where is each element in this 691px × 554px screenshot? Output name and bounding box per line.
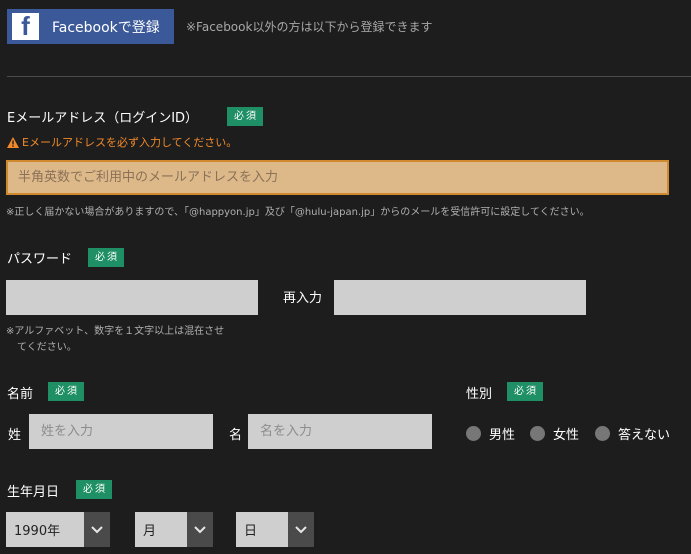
gender-option-no-answer[interactable]: 答えない	[595, 424, 670, 443]
radio-button[interactable]	[595, 426, 610, 441]
password-confirm-input[interactable]	[334, 280, 586, 315]
email-required-badge: 必須	[227, 107, 263, 126]
birth-year-value: 1990年	[6, 512, 84, 547]
password-input[interactable]	[6, 280, 258, 315]
radio-button[interactable]	[466, 426, 481, 441]
facebook-logo-icon: f	[12, 13, 39, 40]
gender-option-label: 答えない	[618, 428, 671, 443]
last-name-label: 姓	[8, 428, 22, 443]
gender-option-label: 男性	[489, 428, 516, 443]
warning-icon	[7, 136, 19, 148]
email-input[interactable]	[6, 160, 669, 195]
gender-option-label: 女性	[553, 428, 580, 443]
birthdate-label: 生年月日	[7, 485, 60, 500]
name-label: 名前	[7, 387, 34, 402]
facebook-button-label: Facebookで登録	[52, 19, 160, 36]
gender-required-badge: 必須	[507, 382, 543, 401]
email-label: Eメールアドレス（ログインID）	[7, 111, 199, 126]
first-name-input[interactable]	[248, 414, 432, 449]
gender-label: 性別	[466, 387, 493, 402]
password-reenter-label: 再入力	[283, 291, 323, 306]
password-label: パスワード	[7, 252, 73, 267]
chevron-down-icon[interactable]	[288, 512, 314, 547]
facebook-note: ※Facebook以外の方は以下から登録できます	[186, 20, 433, 34]
radio-button[interactable]	[530, 426, 545, 441]
gender-option-female[interactable]: 女性	[530, 424, 579, 443]
chevron-down-icon[interactable]	[187, 512, 213, 547]
birth-month-select[interactable]: 月	[135, 512, 213, 547]
first-name-label: 名	[229, 428, 243, 443]
chevron-down-icon[interactable]	[84, 512, 110, 547]
email-note: ※正しく届かない場合がありますので、「@happyon.jp」及び「@hulu-…	[6, 207, 590, 218]
birthdate-required-badge: 必須	[76, 480, 112, 499]
birth-year-select[interactable]: 1990年	[6, 512, 110, 547]
email-error-text: Eメールアドレスを必ず入力してください。	[22, 136, 238, 149]
password-note-line2: てください。	[17, 342, 77, 353]
email-error: Eメールアドレスを必ず入力してください。	[7, 134, 237, 150]
facebook-signup-button[interactable]: f Facebookで登録	[7, 9, 174, 44]
name-required-badge: 必須	[48, 382, 84, 401]
divider	[7, 76, 691, 77]
password-note-line1: ※アルファベット、数字を１文字以上は混在させ	[6, 326, 225, 337]
birth-day-select[interactable]: 日	[236, 512, 314, 547]
birth-month-value: 月	[135, 512, 187, 547]
gender-option-male[interactable]: 男性	[466, 424, 515, 443]
password-required-badge: 必須	[88, 248, 124, 267]
last-name-input[interactable]	[29, 414, 213, 449]
birth-day-value: 日	[236, 512, 288, 547]
